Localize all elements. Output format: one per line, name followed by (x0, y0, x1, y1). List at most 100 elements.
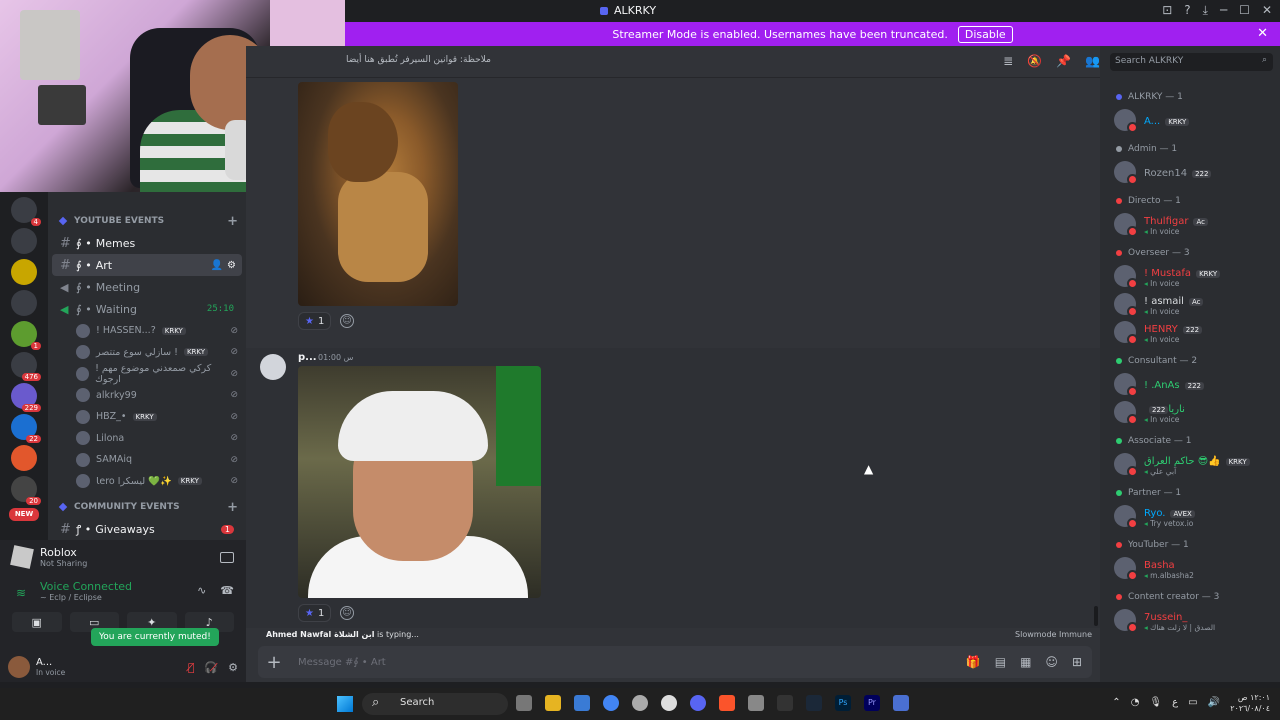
network-icon[interactable]: ▭ (1188, 697, 1197, 708)
category-youtube-events[interactable]: YOUTUBE EVENTS + (48, 210, 246, 232)
add-channel-icon[interactable]: + (227, 214, 238, 229)
server-icon[interactable] (11, 445, 37, 471)
notifications-muted-icon[interactable]: 🔕 (1027, 54, 1042, 68)
member-item[interactable]: Basham.albasha2 (1100, 554, 1280, 582)
steam-icon[interactable] (806, 695, 822, 711)
signal-icon[interactable]: ≋ (16, 586, 26, 600)
language-indicator[interactable]: ع (1172, 697, 1178, 708)
mic-icon[interactable]: 🎙 (1149, 697, 1162, 708)
channel-waiting[interactable]: ◀ ∮ • Waiting 25:10 (52, 298, 242, 320)
tray-chevron-icon[interactable]: ⌃ (1112, 697, 1120, 708)
inbox-icon[interactable]: ⊡ (1162, 3, 1172, 18)
discord-icon[interactable] (690, 695, 706, 711)
gif-icon[interactable]: ▤ (995, 655, 1006, 669)
noise-suppression-icon[interactable]: ∿ (197, 584, 206, 597)
message-input[interactable] (298, 656, 966, 668)
star-reaction[interactable]: ★ 1 (298, 312, 332, 330)
capcut-icon[interactable] (777, 695, 793, 711)
maximize-button[interactable]: ☐ (1239, 3, 1250, 18)
member-list-icon[interactable]: 👥 (1085, 54, 1100, 68)
obs-icon[interactable] (661, 695, 677, 711)
taskbar-search[interactable]: Search (362, 693, 508, 715)
brave-icon[interactable] (719, 695, 735, 711)
settings-gear-icon[interactable]: ⚙ (227, 260, 236, 271)
share-screen-icon[interactable] (220, 551, 234, 563)
disconnect-icon[interactable]: ☎ (220, 584, 234, 597)
member-item[interactable]: حاكم العراق 😎👍 KRKYآبي علي (1100, 450, 1280, 478)
server-icon[interactable] (11, 259, 37, 285)
server-icon[interactable]: 4 (11, 197, 41, 226)
invite-icon[interactable]: 👤 (211, 260, 223, 271)
server-icon[interactable]: 1 (11, 321, 41, 350)
channel-giveaways[interactable]: # ꝭ • Giveaways 1 (52, 518, 242, 540)
mic-muted-icon[interactable]: 🎙̸ (188, 661, 195, 674)
apps-icon[interactable]: ⊞ (1072, 655, 1082, 669)
member-item[interactable]: ! asmail AcIn voice (1100, 290, 1280, 318)
help-icon[interactable]: ? (1184, 3, 1190, 18)
server-icon[interactable]: 22 (11, 414, 41, 443)
member-item[interactable]: ! Mustafa KRKYIn voice (1100, 262, 1280, 290)
channel-topic[interactable]: ملاحظة: قوانين السيرفر تُطبق هنا أيضا (346, 55, 491, 65)
new-badge[interactable]: NEW (9, 508, 39, 521)
add-channel-icon[interactable]: + (227, 500, 238, 515)
voice-user[interactable]: ! HASSEN...? KRKY ⊘ (48, 320, 246, 342)
lion-image-attachment[interactable] (298, 82, 458, 306)
add-reaction-icon[interactable]: ☺ (340, 314, 354, 328)
wifi-icon[interactable]: ◔ (1131, 697, 1140, 708)
notepad-icon[interactable] (748, 695, 764, 711)
avatar[interactable] (260, 354, 286, 380)
close-banner-icon[interactable]: ✕ (1257, 26, 1268, 41)
member-item[interactable]: Ryo. AVEXTry vetox.io (1100, 502, 1280, 530)
member-item[interactable]: ناريا222In voice (1100, 398, 1280, 426)
settings-icon[interactable] (632, 695, 648, 711)
server-icon[interactable] (11, 228, 37, 254)
task-view-icon[interactable] (516, 695, 532, 711)
voice-user[interactable]: ! كركي صمعدني موضوع مهم ارجوك ⊘ (48, 363, 246, 385)
store-icon[interactable] (574, 695, 590, 711)
volume-icon[interactable]: 🔊 (1208, 697, 1220, 708)
member-item[interactable]: HENRY 222In voice (1100, 318, 1280, 346)
member-item[interactable]: 7ussein_الصدق | لا زلت هناك (1100, 606, 1280, 634)
chrome-icon[interactable] (603, 695, 619, 711)
voice-user[interactable]: سازلي سوع متتصر ! KRKY ⊘ (48, 342, 246, 364)
member-item[interactable]: Rozen14 222 (1100, 158, 1280, 186)
headphones-muted-icon[interactable]: 🎧̸ (204, 661, 218, 674)
gift-icon[interactable]: 🎁 (966, 655, 981, 669)
windows-start-icon[interactable] (337, 696, 353, 712)
pinned-icon[interactable]: 📌 (1056, 54, 1071, 68)
add-reaction-icon[interactable]: ☺ (340, 606, 354, 620)
message-author[interactable]: p... (298, 352, 317, 363)
file-explorer-icon[interactable] (545, 695, 561, 711)
channel-art[interactable]: # ∮ • Art 👤 ⚙ (52, 254, 242, 276)
voice-user[interactable]: Lilona ⊘ (48, 428, 246, 450)
download-icon[interactable]: ⤓ (1203, 3, 1208, 18)
server-icon[interactable]: 20 (11, 476, 41, 505)
photoshop-icon[interactable]: Ps (835, 695, 851, 711)
member-item[interactable]: Thulfigar AcIn voice (1100, 210, 1280, 238)
disable-streamer-mode-button[interactable]: Disable (957, 25, 1013, 43)
user-settings-icon[interactable]: ⚙ (228, 661, 238, 674)
minimize-button[interactable]: ─ (1220, 3, 1227, 18)
voice-user[interactable]: alkrky99 ⊘ (48, 385, 246, 407)
close-window-button[interactable]: ✕ (1262, 3, 1272, 18)
photo-attachment[interactable] (298, 366, 541, 598)
member-item[interactable]: A... KRKY (1100, 106, 1280, 134)
upload-plus-icon[interactable]: + (258, 652, 290, 673)
channel-meeting[interactable]: ◀ ∮ • Meeting (52, 276, 242, 298)
voice-user[interactable]: Ɩero ليسكرا 💚✨ KRKY ⊘ (48, 471, 246, 493)
voice-user[interactable]: HBZ_• KRKY ⊘ (48, 406, 246, 428)
category-community-events[interactable]: COMMUNITY EVENTS + (48, 496, 246, 518)
server-icon[interactable]: 229 (11, 383, 41, 412)
avatar[interactable] (8, 656, 30, 678)
search-input[interactable]: Search ALKRKY ⌕ (1110, 53, 1273, 71)
taskbar-clock[interactable]: ١٢:٠١ ص ٢٠٢٦/٠٨/٠٤ (1230, 692, 1270, 714)
roblox-studio-icon[interactable] (893, 695, 909, 711)
sticker-icon[interactable]: ▦ (1020, 655, 1031, 669)
premiere-icon[interactable]: Pr (864, 695, 880, 711)
server-icon[interactable] (11, 290, 37, 316)
voice-user[interactable]: SAMAiq ⊘ (48, 449, 246, 471)
channel-memes[interactable]: # ∮ • Memes (52, 232, 242, 254)
threads-icon[interactable]: ≣ (1003, 54, 1013, 68)
scrollbar[interactable] (1094, 606, 1098, 626)
star-reaction[interactable]: ★ 1 (298, 604, 332, 622)
